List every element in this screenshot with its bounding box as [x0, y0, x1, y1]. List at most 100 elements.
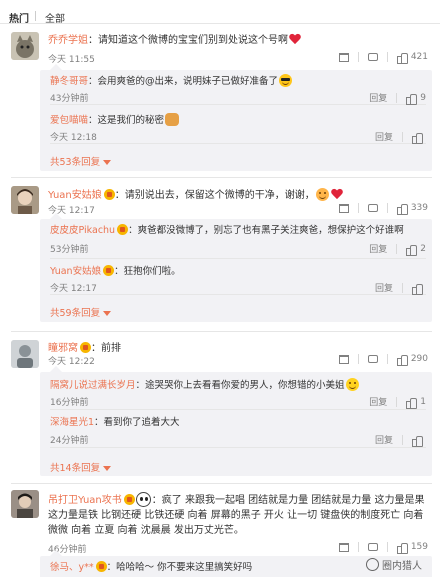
heart-emoji-icon — [289, 34, 301, 45]
comment-body: ：请别说出去，保留这个微博的干净，谢谢， — [114, 190, 315, 201]
thumbs-up-icon — [412, 283, 423, 295]
reply-time: 16分钟前 — [50, 398, 89, 408]
thumbs-up-icon — [396, 542, 408, 554]
reply-body: ：途哭哭你上去看看你爱的男人，你想错的小美姐 — [135, 380, 345, 391]
reply-time: 24分钟前 — [50, 436, 89, 446]
reply-button[interactable]: 回复 — [375, 130, 393, 143]
action-separator — [357, 542, 359, 552]
avatar[interactable] — [11, 32, 39, 60]
reply-item: 爱包喵喵：这是我们的秘密 今天 12:18 回复 — [50, 105, 426, 144]
reply-button[interactable]: 回复 — [369, 91, 387, 104]
reply-actions: 回复 — [366, 281, 426, 295]
share-button[interactable] — [338, 542, 349, 552]
thumbs-up-icon — [412, 435, 423, 447]
like-count: 9 — [420, 92, 426, 103]
reply-username[interactable]: 静冬哥哥 — [50, 76, 88, 87]
comment-username[interactable]: 瞳邪窝 — [48, 343, 78, 354]
like-count: 421 — [410, 52, 428, 62]
vip-badge-icon — [103, 265, 115, 276]
avatar[interactable] — [11, 490, 39, 518]
comment-username[interactable]: 吊打卫Yuan攻书 — [48, 495, 122, 506]
reply-body: ：哈哈哈～ 你不要来这里搞笑好吗 — [106, 562, 253, 573]
reply-time: 43分钟前 — [50, 94, 89, 104]
like-button[interactable]: 2 — [406, 244, 426, 256]
reply-button[interactable]: 回复 — [375, 433, 393, 446]
comment-actions: 421 — [330, 52, 428, 64]
tab-all[interactable]: 全部 — [45, 10, 65, 25]
comment-icon — [367, 355, 378, 363]
reply-username[interactable]: 徐马、y** — [50, 562, 94, 573]
more-replies-label: 共53条回复 — [50, 157, 101, 168]
reply-actions: 回复 — [366, 130, 426, 144]
like-count: 339 — [410, 203, 428, 213]
thumbs-up-icon — [406, 93, 418, 105]
action-separator — [357, 52, 359, 62]
comment-body: ：请知道这个微博的宝宝们别到处说这个号啊 — [88, 35, 288, 46]
comment-reply-button[interactable] — [367, 355, 378, 363]
action-separator — [402, 131, 403, 142]
action-separator — [386, 203, 388, 213]
reply-username[interactable]: 深海星光1 — [50, 417, 94, 428]
reply-time: 今天 12:17 — [50, 284, 97, 294]
reply-username[interactable]: 爱包喵喵 — [50, 115, 88, 126]
reply-list: 皮皮皮Pikachu ：爽爸都没微博了，别忘了也有黑子关注爽爸，想保护这个好谁啊 … — [40, 213, 432, 322]
more-replies-link[interactable]: 共14条回复 — [50, 460, 112, 474]
avatar[interactable] — [11, 186, 39, 214]
share-button[interactable] — [338, 354, 349, 364]
thumbs-up-icon — [396, 354, 408, 366]
like-button[interactable]: 339 — [396, 203, 428, 215]
reply-username[interactable]: 隔窝儿说过满长岁月 — [50, 380, 136, 391]
reply-button[interactable]: 回复 — [369, 395, 387, 408]
comment-tabs: 热门 全部 — [0, 0, 440, 25]
tab-divider — [35, 11, 36, 21]
like-button[interactable] — [412, 435, 426, 447]
comment-reply-button[interactable] — [367, 543, 378, 551]
vip-badge-icon — [123, 494, 135, 505]
reply-button[interactable]: 回复 — [375, 281, 393, 294]
like-button[interactable]: 9 — [406, 92, 426, 105]
comment-actions: 159 — [330, 542, 428, 554]
avatar[interactable] — [11, 340, 39, 368]
share-icon — [338, 354, 349, 364]
reply-button[interactable]: 回复 — [369, 242, 387, 255]
share-icon — [338, 542, 349, 552]
reply-list: 隔窝儿说过满长岁月：途哭哭你上去看看你爱的男人，你想错的小美姐 16分钟前 回复… — [40, 366, 432, 476]
like-button[interactable]: 159 — [396, 542, 428, 554]
like-button[interactable]: 421 — [396, 52, 428, 64]
reply-body: ：会用爽爸的@出来，说明妹子已做好准备了 — [88, 76, 279, 87]
like-button[interactable]: 1 — [406, 396, 426, 409]
chevron-down-icon — [103, 466, 112, 471]
comment-reply-button[interactable] — [367, 204, 378, 212]
share-button[interactable] — [338, 52, 349, 62]
comment-divider — [11, 331, 432, 332]
comment-username[interactable]: 乔乔学姐 — [48, 35, 88, 46]
comment-text: 乔乔学姐：请知道这个微博的宝宝们别到处说这个号啊 — [48, 34, 428, 48]
like-button[interactable]: 290 — [396, 354, 428, 366]
like-button[interactable] — [412, 132, 426, 144]
like-count: 159 — [410, 542, 428, 552]
reply-username[interactable]: 皮皮皮Pikachu — [50, 225, 115, 236]
comment-body: ：前排 — [91, 343, 121, 354]
thumbs-up-icon — [396, 203, 408, 215]
chevron-down-icon — [103, 311, 112, 316]
like-count: 1 — [420, 396, 426, 407]
sunglasses-emoji-icon — [279, 74, 293, 87]
like-count: 290 — [410, 354, 428, 364]
reply-body: ：这是我们的秘密 — [88, 115, 165, 126]
action-separator — [386, 354, 388, 364]
heart-emoji-icon — [331, 189, 343, 200]
comment-text: Yuan安姑娘 ：请别说出去，保留这个微博的干净，谢谢， — [48, 188, 428, 203]
reply-actions: 回复 2 — [360, 242, 426, 256]
comment-icon — [367, 204, 378, 212]
more-replies-link[interactable]: 共53条回复 — [50, 154, 112, 168]
tab-hot[interactable]: 热门 — [9, 10, 29, 25]
more-replies-link[interactable]: 共59条回复 — [50, 305, 112, 319]
comment-username[interactable]: Yuan安姑娘 — [48, 190, 102, 201]
thumbs-up-icon — [412, 132, 423, 144]
cat-emoji-icon — [165, 113, 180, 126]
comment-reply-button[interactable] — [367, 53, 378, 61]
like-button[interactable] — [412, 283, 426, 295]
reply-username[interactable]: Yuan安姑娘 — [50, 266, 101, 277]
share-button[interactable] — [338, 203, 349, 213]
reply-body: ：看到你了追着大大 — [94, 417, 180, 428]
